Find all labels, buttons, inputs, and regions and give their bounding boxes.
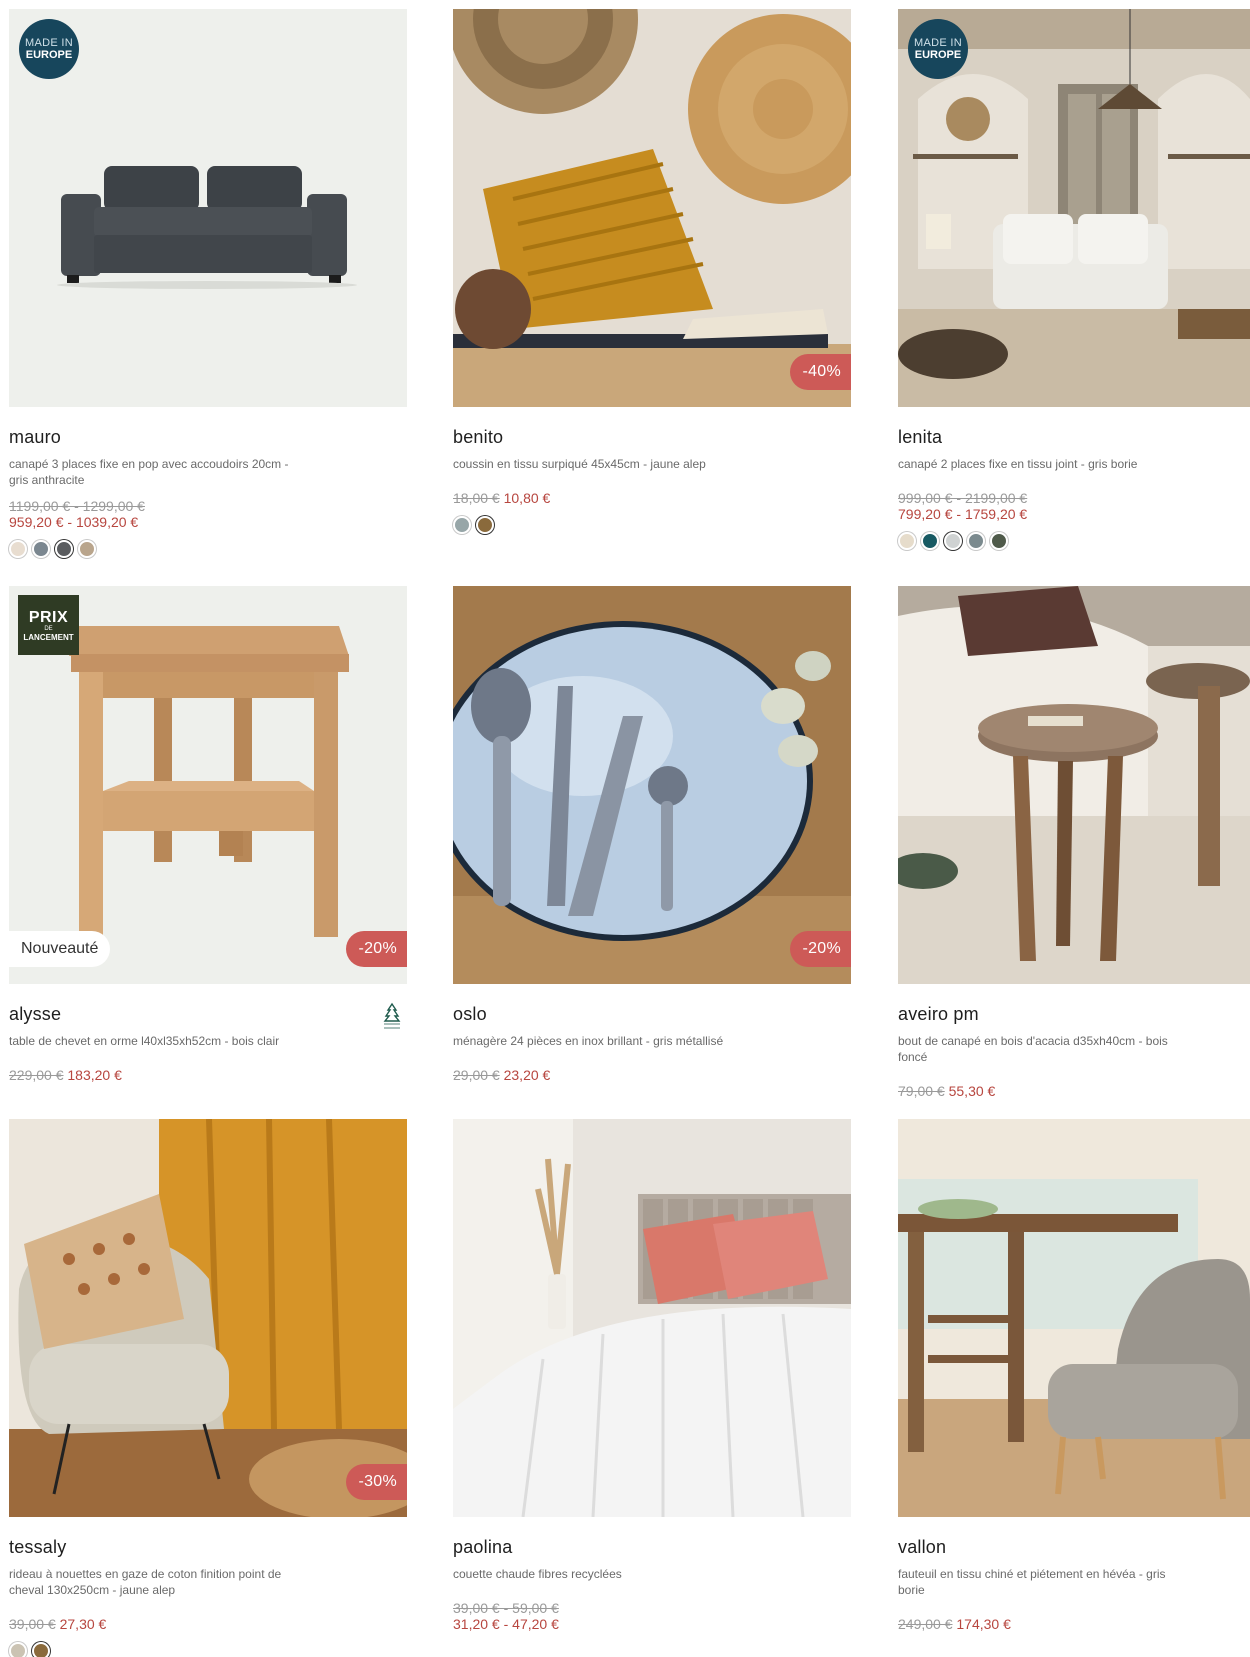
product-image[interactable] (898, 1119, 1250, 1517)
sale-price: 959,20 € - 1039,20 € (9, 514, 139, 530)
product-description: table de chevet en orme l40xl35xh52cm - … (9, 1034, 280, 1048)
old-price: 249,00 € (898, 1616, 953, 1632)
mustard-cushion-photo (453, 9, 851, 407)
sale-price: 183,20 € (67, 1067, 122, 1083)
price-block: 249,00 € 174,30 € (898, 1616, 1250, 1632)
new-badge: Nouveauté (9, 931, 111, 967)
color-swatch[interactable] (944, 532, 962, 550)
price-block: 79,00 € 55,30 € (898, 1083, 1250, 1099)
price-block: 29,00 € 23,20 € (453, 1067, 851, 1083)
sale-price: 31,20 € - 47,20 € (453, 1616, 559, 1632)
sale-price: 55,30 € (948, 1083, 996, 1099)
color-swatch[interactable] (9, 1642, 27, 1657)
product-card[interactable]: -40% benito coussin en tissu surpiqué 45… (453, 9, 851, 534)
price-block: 39,00 € - 59,00 € 31,20 € - 47,20 € (453, 1600, 851, 1632)
product-description: canapé 2 places fixe en tissu joint - gr… (898, 457, 1138, 471)
color-swatch[interactable] (453, 516, 471, 534)
product-name[interactable]: paolina (453, 1536, 851, 1558)
product-card[interactable]: PRIX DE LANCEMENT Nouveauté -20% alysse … (9, 586, 407, 1083)
product-description: bout de canapé en bois d'acacia d35xh40c… (898, 1034, 1168, 1064)
product-name[interactable]: aveiro pm (898, 1003, 1250, 1025)
old-price: 79,00 € (898, 1083, 945, 1099)
side-table-photo (898, 586, 1250, 984)
product-card[interactable]: vallon fauteuil en tissu chiné et piétem… (898, 1119, 1250, 1632)
product-name[interactable]: lenita (898, 426, 1250, 448)
sale-price: 10,80 € (503, 490, 551, 506)
cutlery-plate-photo (453, 586, 851, 984)
sale-price: 174,30 € (956, 1616, 1011, 1632)
discount-badge: -30% (346, 1464, 407, 1500)
product-image[interactable]: -40% (453, 9, 851, 407)
product-card[interactable]: -30% tessaly rideau à nouettes en gaze d… (9, 1119, 407, 1657)
color-swatch[interactable] (32, 1642, 50, 1657)
product-card[interactable]: MADE IN EUROPE lenita canapé 2 places fi… (898, 9, 1250, 550)
product-name[interactable]: mauro (9, 426, 407, 448)
duvet-bed-photo (453, 1119, 851, 1517)
made-in-europe-badge: MADE IN EUROPE (19, 19, 79, 79)
old-price: 999,00 € - 2199,00 € (898, 490, 1028, 506)
color-swatches (9, 1642, 407, 1657)
price-block: 39,00 € 27,30 € (9, 1616, 407, 1632)
price-block: 229,00 € 183,20 € (9, 1067, 407, 1083)
product-image[interactable] (453, 1119, 851, 1517)
color-swatch[interactable] (78, 540, 96, 558)
color-swatch[interactable] (9, 540, 27, 558)
product-card[interactable]: MADE IN EUROPE mauro canapé 3 places fix… (9, 9, 407, 558)
product-name[interactable]: oslo (453, 1003, 851, 1025)
sale-price: 23,20 € (503, 1067, 551, 1083)
curtain-armchair-photo (9, 1119, 407, 1517)
product-image[interactable]: MADE IN EUROPE (898, 9, 1250, 407)
color-swatch[interactable] (55, 540, 73, 558)
price-block: 18,00 € 10,80 € (453, 490, 851, 506)
color-swatch[interactable] (990, 532, 1008, 550)
color-swatches (453, 516, 851, 534)
color-swatch[interactable] (32, 540, 50, 558)
price-block: 999,00 € - 2199,00 € 799,20 € - 1759,20 … (898, 490, 1250, 522)
product-name[interactable]: tessaly (9, 1536, 407, 1558)
old-price: 1199,00 € - 1299,00 € (9, 498, 145, 514)
product-description: fauteuil en tissu chiné et piétement en … (898, 1567, 1166, 1597)
old-price: 229,00 € (9, 1067, 64, 1083)
grey-armchair-photo (898, 1119, 1250, 1517)
product-description: coussin en tissu surpiqué 45x45cm - jaun… (453, 457, 706, 471)
old-price: 39,00 € (9, 1616, 56, 1632)
product-name[interactable]: benito (453, 426, 851, 448)
product-image[interactable]: PRIX DE LANCEMENT Nouveauté -20% (9, 586, 407, 984)
sale-price: 27,30 € (59, 1616, 107, 1632)
product-description: couette chaude fibres recyclées (453, 1567, 622, 1581)
discount-badge: -40% (790, 354, 851, 390)
product-image[interactable]: MADE IN EUROPE (9, 9, 407, 407)
color-swatches (9, 540, 407, 558)
product-image[interactable] (898, 586, 1250, 984)
product-card[interactable]: -20% oslo ménagère 24 pièces en inox bri… (453, 586, 851, 1083)
product-description: ménagère 24 pièces en inox brillant - gr… (453, 1034, 724, 1048)
product-image[interactable]: -20% (453, 586, 851, 984)
old-price: 18,00 € (453, 490, 500, 506)
made-in-europe-badge: MADE IN EUROPE (908, 19, 968, 79)
old-price: 29,00 € (453, 1067, 500, 1083)
product-image[interactable]: -30% (9, 1119, 407, 1517)
product-name[interactable]: vallon (898, 1536, 1250, 1558)
price-block: 1199,00 € - 1299,00 € 959,20 € - 1039,20… (9, 498, 407, 530)
sale-price: 799,20 € - 1759,20 € (898, 506, 1028, 522)
launch-price-badge: PRIX DE LANCEMENT (18, 595, 79, 655)
discount-badge: -20% (790, 931, 851, 967)
discount-badge: -20% (346, 931, 407, 967)
color-swatch[interactable] (898, 532, 916, 550)
color-swatch[interactable] (921, 532, 939, 550)
fsc-icon (383, 1002, 401, 1029)
product-description: rideau à nouettes en gaze de coton finit… (9, 1567, 282, 1597)
product-card[interactable]: paolina couette chaude fibres recyclées … (453, 1119, 851, 1632)
product-card[interactable]: aveiro pm bout de canapé en bois d'acaci… (898, 586, 1250, 1099)
color-swatch[interactable] (967, 532, 985, 550)
color-swatch[interactable] (476, 516, 494, 534)
product-name[interactable]: alysse (9, 1003, 407, 1025)
old-price: 39,00 € - 59,00 € (453, 1600, 559, 1616)
color-swatches (898, 532, 1250, 550)
product-description: canapé 3 places fixe en pop avec accoudo… (9, 457, 289, 487)
